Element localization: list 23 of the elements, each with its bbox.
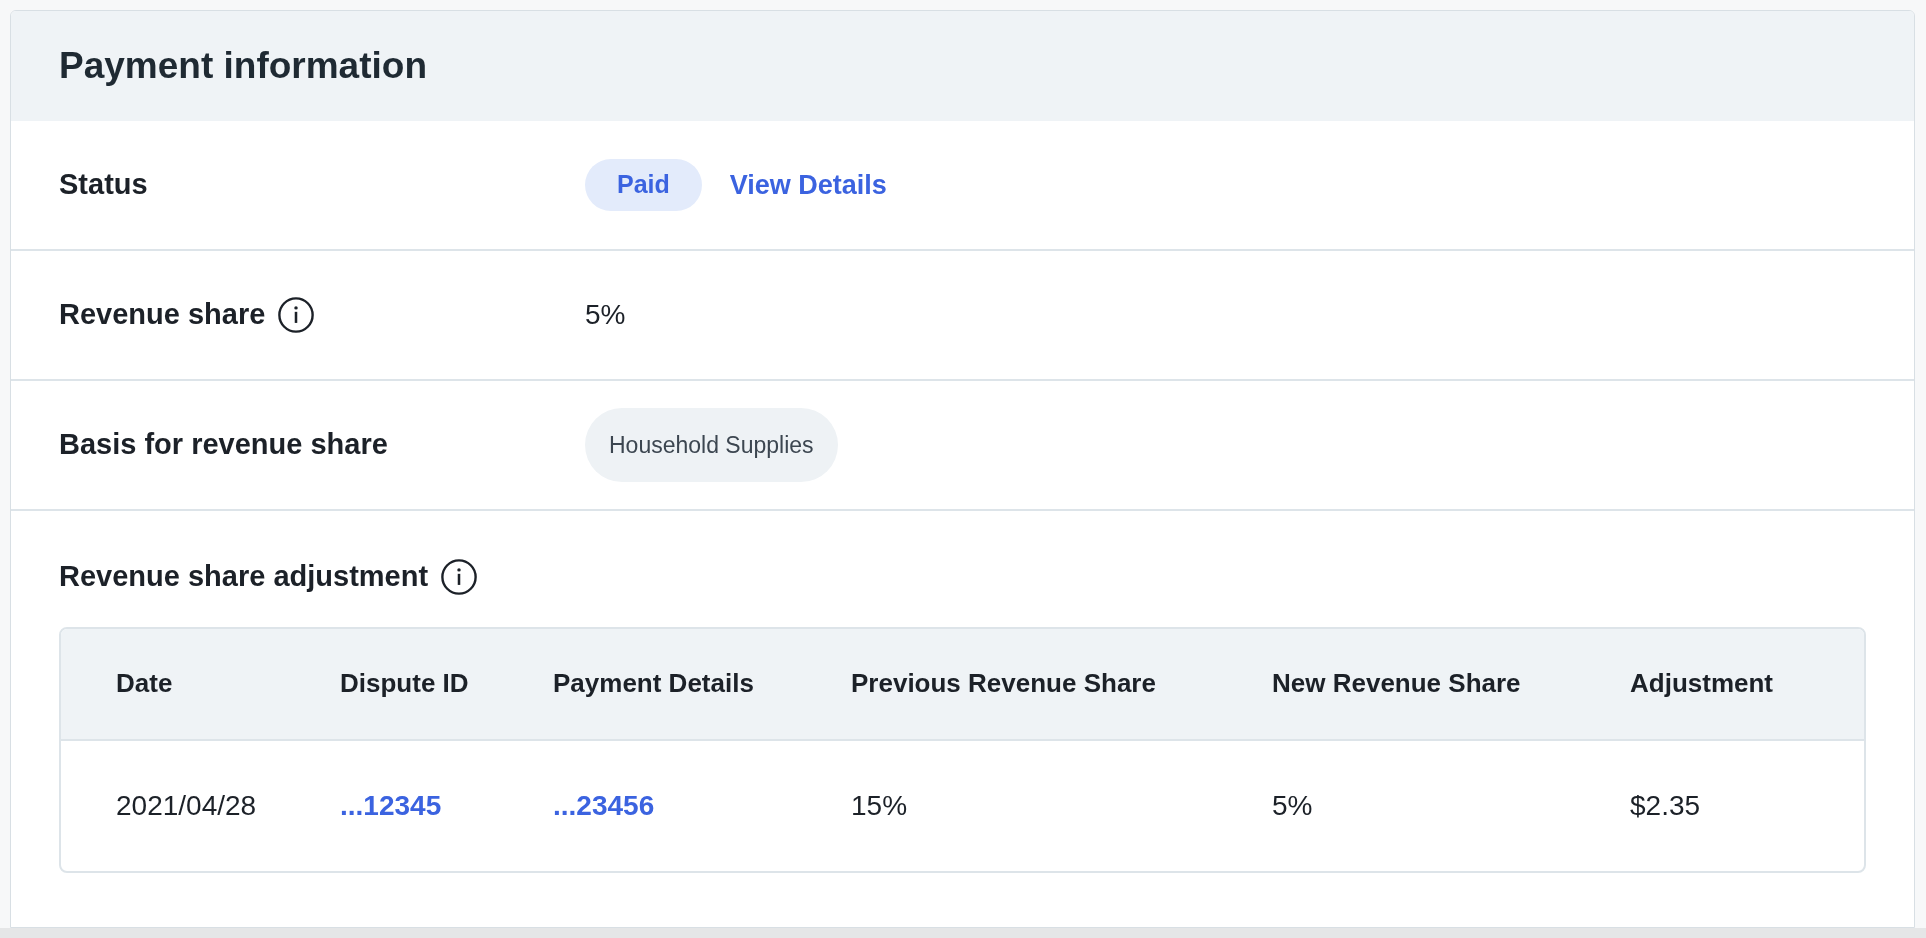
- table-link[interactable]: ...12345: [340, 784, 553, 827]
- table-cell-text: $2.35: [1630, 788, 1702, 823]
- field-label: Revenue share: [59, 297, 266, 333]
- field-value: 5%: [585, 298, 626, 332]
- info-icon[interactable]: [277, 296, 316, 334]
- card-title: Payment information: [59, 44, 427, 89]
- column-header: Adjustment: [1630, 667, 1774, 700]
- table-link[interactable]: ...23456: [553, 784, 851, 827]
- column-header: Dispute ID: [340, 667, 470, 700]
- field-label: Basis for revenue share: [59, 427, 388, 463]
- table-cell-text: 5%: [1272, 788, 1314, 823]
- column-header: Previous Revenue Share: [851, 667, 1157, 700]
- status-badge: Paid: [585, 159, 702, 211]
- column-header: Date: [116, 667, 174, 700]
- section-title: Revenue share adjustment: [59, 559, 429, 594]
- table-cell-text: 2021/04/28: [116, 788, 258, 823]
- field-label: Status: [59, 167, 148, 203]
- column-header: Payment Details: [553, 667, 755, 700]
- category-chip: Household Supplies: [585, 407, 838, 483]
- table-cell-text: 15%: [851, 788, 909, 823]
- view-details-link[interactable]: View Details: [729, 164, 887, 206]
- column-header: New Revenue Share: [1272, 667, 1522, 700]
- info-icon[interactable]: [440, 557, 479, 596]
